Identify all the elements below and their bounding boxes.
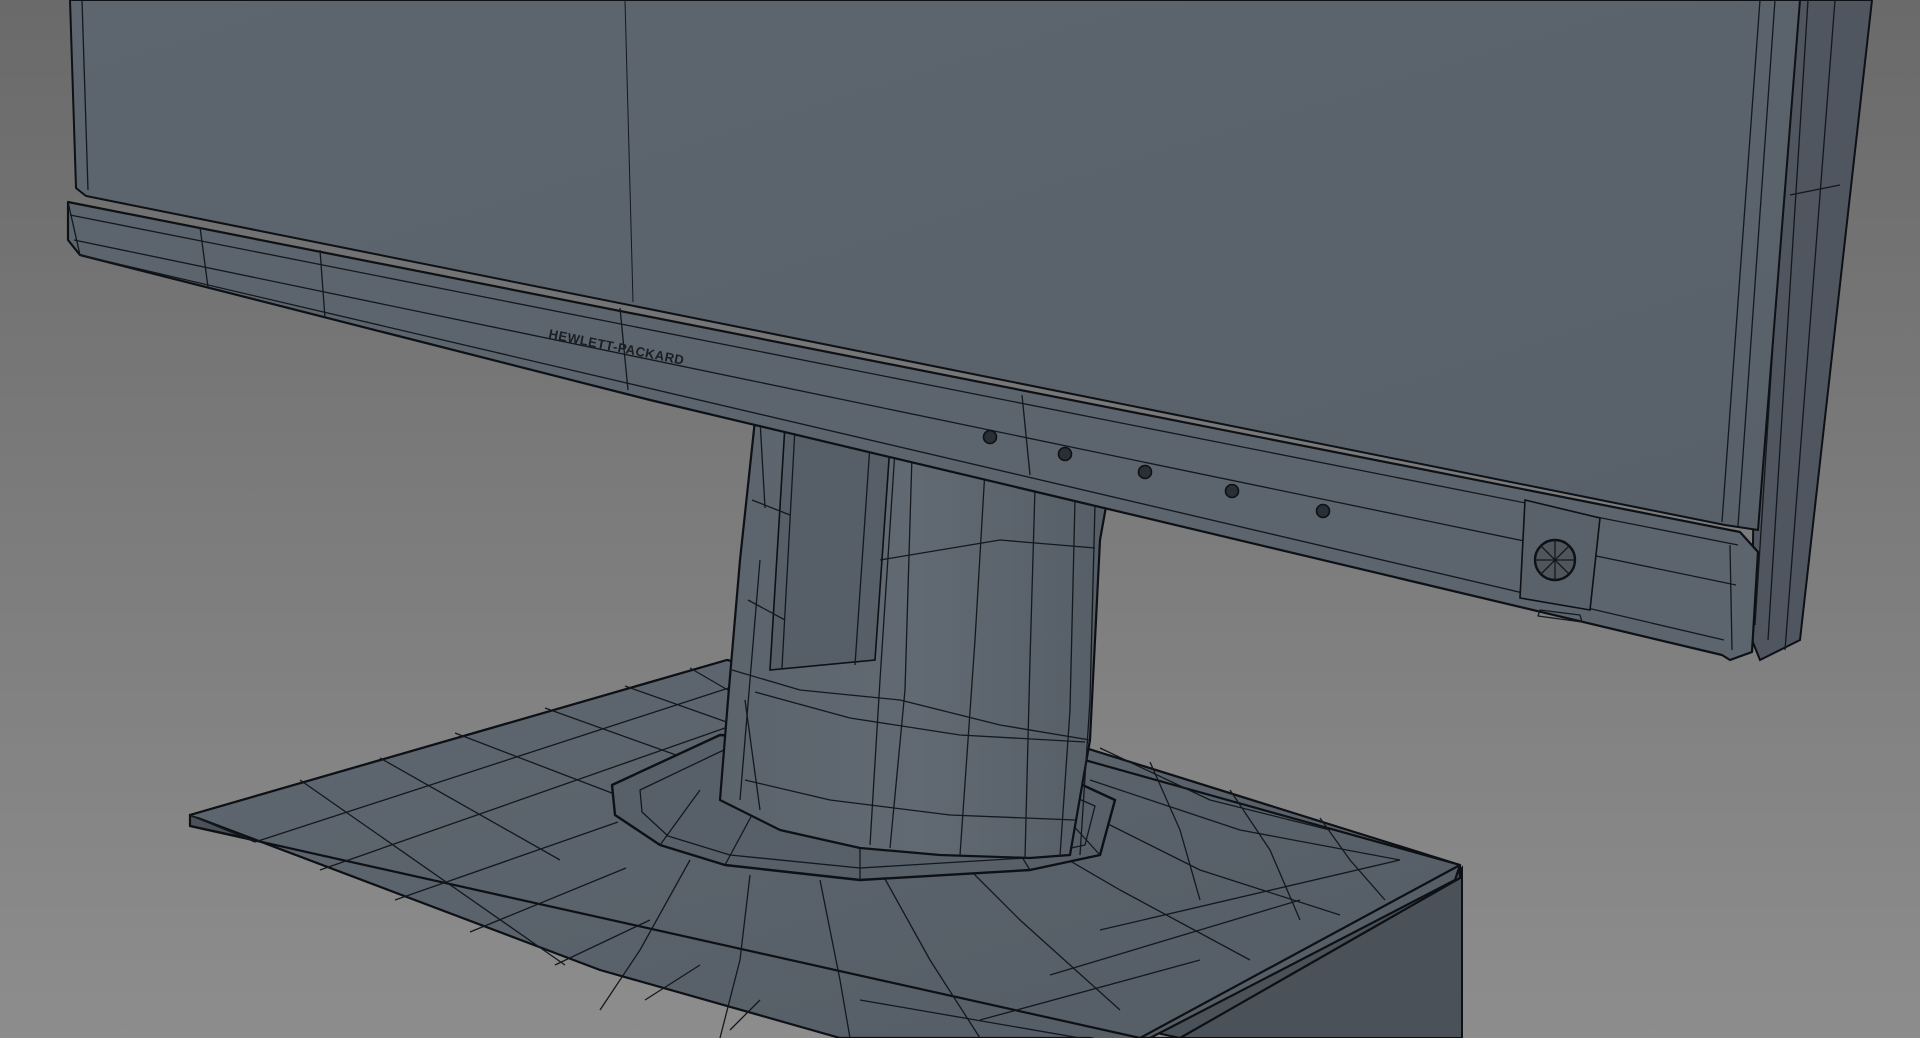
panel-button-4[interactable] — [1224, 483, 1240, 499]
panel-button-5[interactable] — [1315, 503, 1331, 519]
panel-button-1[interactable] — [982, 429, 998, 445]
monitor-wireframe-scene: HEWLETT-PACKARD — [0, 0, 1920, 1038]
panel-button-2[interactable] — [1057, 446, 1073, 462]
panel-button-3[interactable] — [1137, 464, 1153, 480]
render-viewport[interactable]: HEWLETT-PACKARD — [0, 0, 1920, 1038]
